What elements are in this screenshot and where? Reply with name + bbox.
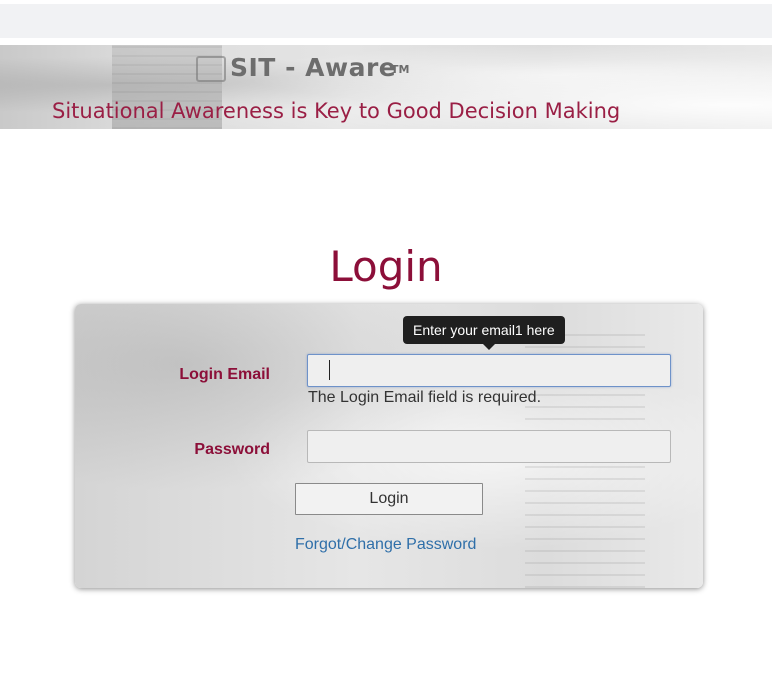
email-error-message: The Login Email field is required. xyxy=(308,389,542,406)
app-title: SIT - Aware xyxy=(230,53,397,82)
tagline: Situational Awareness is Key to Good Dec… xyxy=(52,99,621,123)
logo-icon xyxy=(196,56,226,82)
text-cursor xyxy=(329,360,330,380)
browser-top-bar xyxy=(0,4,772,38)
email-field[interactable] xyxy=(307,354,671,387)
email-tooltip: Enter your email1 here xyxy=(403,316,565,344)
password-field[interactable] xyxy=(307,430,671,463)
trademark-mark: TM xyxy=(391,63,410,76)
login-heading: Login xyxy=(329,242,443,291)
login-button[interactable]: Login xyxy=(295,483,483,515)
tooltip-arrow-icon xyxy=(483,344,495,350)
email-label: Login Email xyxy=(179,366,270,383)
password-label: Password xyxy=(194,441,270,458)
forgot-password-link[interactable]: Forgot/Change Password xyxy=(295,536,476,554)
